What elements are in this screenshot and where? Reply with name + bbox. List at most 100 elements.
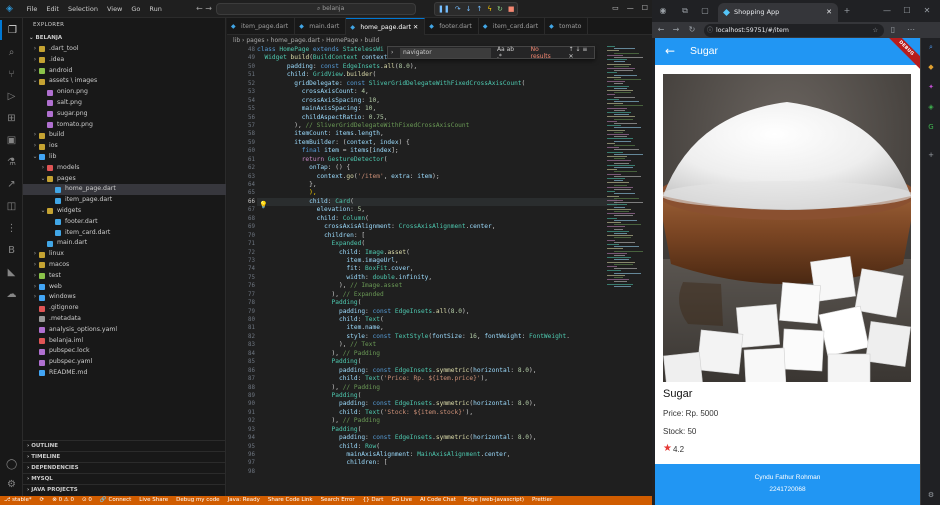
run-debug-activity[interactable]: ▷ bbox=[0, 86, 23, 106]
tab-tomato[interactable]: tomato bbox=[545, 18, 589, 35]
code-area[interactable]: class HomePage extends StatelessWi Widge… bbox=[257, 46, 617, 468]
tree-item[interactable]: › .idea bbox=[23, 55, 226, 66]
status-dart[interactable]: {} Dart bbox=[359, 496, 388, 505]
status-go-live[interactable]: Go Live bbox=[387, 496, 416, 505]
command-center-search[interactable]: ⌕ belanja bbox=[216, 3, 416, 15]
tree-item[interactable]: ⌄ pages bbox=[23, 174, 226, 185]
live-share-activity[interactable]: ↗ bbox=[0, 174, 23, 194]
workspaces-icon[interactable]: ⧉ bbox=[680, 6, 690, 16]
tree-item[interactable]: pubspec.lock bbox=[23, 346, 226, 357]
tree-item[interactable]: onion.png bbox=[23, 87, 226, 98]
extensions-activity[interactable]: ⊞ bbox=[0, 108, 23, 128]
workspace-header[interactable]: ⌄ BELANJA bbox=[29, 35, 62, 41]
tree-item[interactable]: › macos bbox=[23, 260, 226, 271]
status-live-share[interactable]: Live Share bbox=[135, 496, 172, 505]
accounts-activity[interactable]: ◯ bbox=[0, 454, 23, 474]
status-connect[interactable]: 🔗 Connect bbox=[96, 496, 135, 505]
tree-activity[interactable]: ⋮ bbox=[0, 218, 23, 238]
toggle-replace-icon[interactable]: › bbox=[391, 49, 393, 56]
minimize-icon[interactable]: — bbox=[882, 6, 892, 16]
flutter-activity[interactable]: ◣ bbox=[0, 262, 23, 282]
status-prettier[interactable]: Prettier bbox=[528, 496, 556, 505]
status-branch[interactable]: ⎇ stable* bbox=[0, 496, 36, 505]
tree-item[interactable]: item_page.dart bbox=[23, 195, 226, 206]
step-over-icon[interactable]: ↷ bbox=[455, 3, 461, 15]
star-icon[interactable]: ☆ bbox=[872, 24, 878, 37]
tree-item[interactable]: salt.png bbox=[23, 98, 226, 109]
status-ai-chat[interactable]: AI Code Chat bbox=[416, 496, 460, 505]
profile-icon[interactable]: ◉ bbox=[658, 6, 668, 16]
status-edge[interactable]: Edge (web-javascript) bbox=[460, 496, 528, 505]
tree-item[interactable]: sugar.png bbox=[23, 109, 226, 120]
restart-icon[interactable]: ↻ bbox=[497, 3, 503, 15]
source-control-activity[interactable]: ⑂ bbox=[0, 64, 23, 84]
search-icon[interactable]: ⌕ bbox=[926, 42, 936, 52]
tab-actions-icon[interactable]: ▢ bbox=[700, 6, 710, 16]
add-icon[interactable]: + bbox=[926, 150, 936, 160]
tree-item[interactable]: › web bbox=[23, 282, 226, 293]
b-extension-activity[interactable]: B bbox=[0, 240, 23, 260]
search-activity[interactable]: ⌕ bbox=[0, 42, 23, 62]
tree-item[interactable]: ⌄ widgets bbox=[23, 206, 226, 217]
status-problems[interactable]: ⊗ 0 ⚠ 0 bbox=[48, 496, 78, 505]
find-options[interactable]: Aa ab .* bbox=[497, 46, 521, 60]
manage-activity[interactable]: ⚙ bbox=[0, 474, 23, 494]
find-input[interactable]: navigator bbox=[400, 47, 491, 58]
status-ports[interactable]: ⊙ 0 bbox=[78, 496, 96, 505]
tree-item[interactable]: footer.dart bbox=[23, 217, 226, 228]
menu-edit[interactable]: Edit bbox=[42, 0, 64, 18]
tree-item[interactable]: ⌄ assets \ images bbox=[23, 76, 226, 87]
games-icon[interactable]: ◈ bbox=[926, 102, 936, 112]
status-sync[interactable]: ⟳ bbox=[36, 496, 49, 505]
tree-item[interactable]: .gitignore bbox=[23, 303, 226, 314]
close-window-icon[interactable]: ✕ bbox=[922, 6, 932, 16]
find-buttons[interactable]: ↑ ↓ ≡ ✕ bbox=[568, 46, 594, 60]
address-bar[interactable]: ⓘ localhost:59751/#/item ☆ bbox=[704, 23, 884, 37]
lightbulb-icon[interactable]: 💡 bbox=[259, 201, 268, 209]
more-icon[interactable]: ⋯ bbox=[906, 25, 916, 35]
close-icon[interactable]: ✕ bbox=[413, 24, 418, 31]
settings-icon[interactable]: ⚙ bbox=[926, 490, 936, 500]
tab-home-page[interactable]: home_page.dart ✕ bbox=[346, 18, 426, 36]
tree-item[interactable]: › ios bbox=[23, 141, 226, 152]
new-tab-icon[interactable]: + bbox=[842, 6, 852, 16]
tree-item[interactable]: analysis_options.yaml bbox=[23, 325, 226, 336]
remote-activity[interactable]: ▣ bbox=[0, 130, 23, 150]
hot-reload-icon[interactable]: ϟ bbox=[487, 3, 492, 15]
explorer-activity[interactable]: ❐ bbox=[0, 20, 23, 40]
timeline-section[interactable]: › TIMELINE bbox=[23, 451, 226, 462]
tab-footer[interactable]: footer.dart bbox=[425, 18, 479, 35]
tree-item[interactable]: › .dart_tool bbox=[23, 44, 226, 55]
tree-item[interactable]: belanja.iml bbox=[23, 336, 226, 347]
tab-item-page[interactable]: item_page.dart bbox=[227, 18, 296, 35]
pause-icon[interactable]: ❚❚ bbox=[438, 3, 450, 15]
breadcrumb[interactable]: lib › pages › home_page.dart › HomePage … bbox=[233, 36, 379, 46]
tab-main[interactable]: main.dart bbox=[295, 18, 347, 35]
layout-icon[interactable]: ▭ bbox=[612, 4, 619, 12]
java-projects-section[interactable]: › JAVA PROJECTS bbox=[23, 484, 226, 495]
outline-section[interactable]: › OUTLINE bbox=[23, 440, 226, 451]
minimize-icon[interactable]: — bbox=[627, 4, 634, 12]
tools-icon[interactable]: ✦ bbox=[926, 82, 936, 92]
step-out-icon[interactable]: ↑ bbox=[476, 3, 482, 15]
tree-item[interactable]: pubspec.yaml bbox=[23, 357, 226, 368]
menu-file[interactable]: File bbox=[22, 0, 42, 18]
forward-icon[interactable]: → bbox=[671, 25, 681, 35]
site-info-icon[interactable]: ⓘ bbox=[707, 24, 713, 37]
shopping-icon[interactable]: ◆ bbox=[926, 62, 936, 72]
menu-view[interactable]: View bbox=[102, 0, 126, 18]
menu-go[interactable]: Go bbox=[127, 0, 145, 18]
step-into-icon[interactable]: ↓ bbox=[466, 3, 472, 15]
status-debug-code[interactable]: Debug my code bbox=[172, 496, 223, 505]
tree-item[interactable]: › models bbox=[23, 163, 226, 174]
tree-item[interactable]: home_page.dart bbox=[23, 184, 226, 196]
maximize-icon[interactable]: ☐ bbox=[902, 6, 912, 16]
tree-item[interactable]: › android bbox=[23, 66, 226, 77]
tree-item[interactable]: item_card.dart bbox=[23, 228, 226, 239]
tree-item[interactable]: › build bbox=[23, 130, 226, 141]
close-icon[interactable]: ✕ bbox=[826, 3, 832, 22]
mysql-section[interactable]: › MYSQL bbox=[23, 473, 226, 484]
tree-item[interactable]: › test bbox=[23, 271, 226, 282]
reload-icon[interactable]: ↻ bbox=[687, 25, 697, 35]
maximize-icon[interactable]: ☐ bbox=[642, 4, 648, 12]
